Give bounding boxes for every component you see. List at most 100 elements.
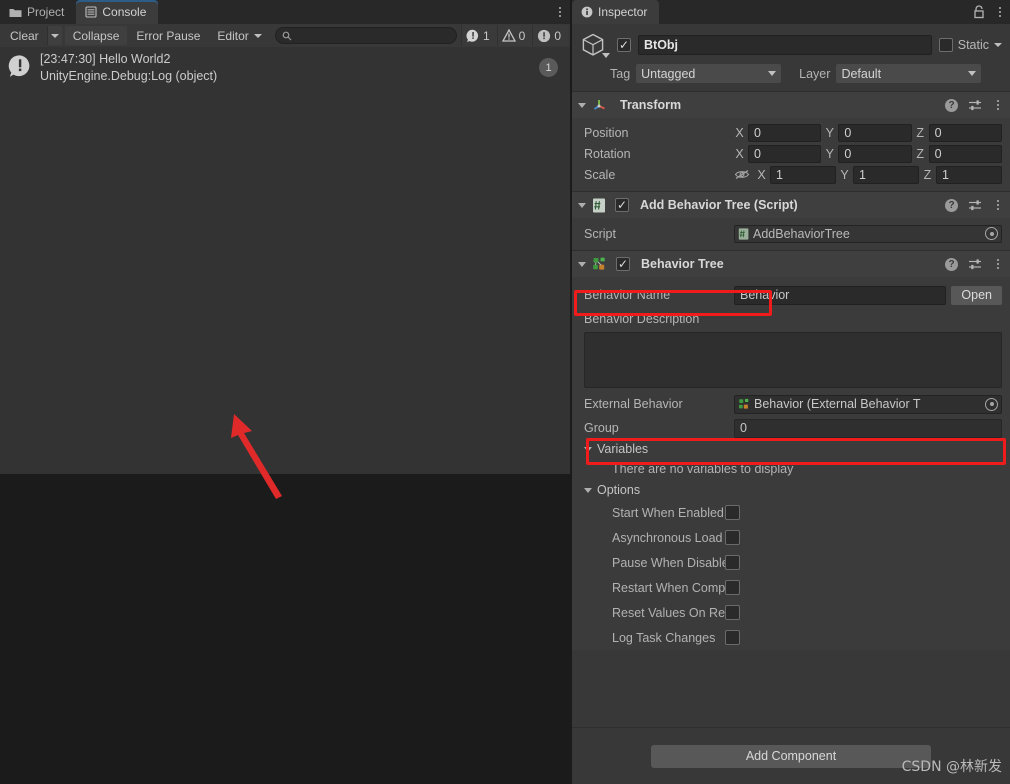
chevron-down-icon[interactable] <box>994 43 1002 47</box>
behavior-tree-icon <box>738 398 751 411</box>
option-checkbox[interactable] <box>725 605 740 620</box>
editor-dropdown-button[interactable]: Editor <box>209 26 269 45</box>
collapse-button[interactable]: Collapse <box>64 26 128 45</box>
clear-dropdown-button[interactable] <box>46 26 62 45</box>
variables-section-header[interactable]: Variables <box>572 439 1010 459</box>
constrain-proportions-off-icon[interactable] <box>734 168 750 181</box>
console-log-entry[interactable]: [23:47:30] Hello World2 UnityEngine.Debu… <box>0 47 570 89</box>
component-menu-icon[interactable] <box>992 257 1004 271</box>
behavior-description-textarea[interactable] <box>584 332 1002 388</box>
collapse-twisty-icon[interactable] <box>578 102 586 108</box>
behavior-tree-tools: ? <box>945 257 1004 271</box>
open-behavior-designer-button[interactable]: Open <box>951 285 1002 305</box>
transform-component-header[interactable]: Transform ? <box>572 92 1010 118</box>
help-icon[interactable]: ? <box>945 198 958 212</box>
collapse-twisty-icon[interactable] <box>584 446 592 452</box>
console-search-box[interactable] <box>274 27 457 44</box>
option-checkbox[interactable] <box>725 530 740 545</box>
collapse-twisty-icon[interactable] <box>584 487 592 493</box>
position-x-input[interactable]: 0 <box>748 123 822 142</box>
position-z-input[interactable]: 0 <box>928 123 1002 142</box>
search-icon <box>282 31 292 41</box>
option-checkbox[interactable] <box>725 505 740 520</box>
component-enabled-checkbox[interactable]: ✓ <box>616 257 630 271</box>
group-row: Group 0 <box>572 417 1010 439</box>
component-enabled-checkbox[interactable]: ✓ <box>615 198 629 212</box>
log-icon <box>466 29 480 43</box>
tab-project[interactable]: Project <box>0 0 76 24</box>
static-checkbox[interactable] <box>938 38 953 52</box>
check-icon: ✓ <box>618 38 630 52</box>
add-component-button[interactable]: Add Component <box>651 744 931 768</box>
tab-console-label: Console <box>102 5 147 19</box>
preset-icon[interactable] <box>968 199 982 212</box>
position-y-input[interactable]: 0 <box>838 123 912 142</box>
rotation-y-input[interactable]: 0 <box>838 144 912 163</box>
variables-empty-text: There are no variables to display <box>612 462 794 476</box>
tab-console[interactable]: Console <box>76 0 159 24</box>
inspector-tabbar: Inspector <box>572 0 1010 24</box>
clear-button-group[interactable]: Clear <box>2 26 62 45</box>
chevron-down-icon[interactable] <box>602 53 610 58</box>
layer-label: Layer <box>799 66 831 81</box>
editor-dropdown-label: Editor <box>217 28 249 43</box>
behavior-tree-component: ✓ Behavior Tree ? Behavior Name Behavior… <box>572 250 1010 650</box>
clear-button[interactable]: Clear <box>2 26 47 45</box>
collapse-twisty-icon[interactable] <box>578 202 586 208</box>
external-behavior-row: External Behavior Behavior (External Beh… <box>572 391 1010 417</box>
gameobject-name-field[interactable]: BtObj <box>638 35 932 55</box>
script-row: Script AddBehaviorTree <box>572 223 1010 244</box>
option-label: Log Task Changes <box>612 630 716 645</box>
scale-z-input[interactable]: 1 <box>936 165 1002 184</box>
tag-value: Untagged <box>641 66 696 81</box>
axis-z-label: Z <box>916 125 924 140</box>
transform-rotation-row: Rotation X 0 Y 0 Z 0 <box>572 143 1010 164</box>
console-icon <box>85 6 97 18</box>
external-behavior-object-field[interactable]: Behavior (External Behavior T <box>734 394 1002 414</box>
log-counter[interactable]: 1 <box>460 25 497 46</box>
add-behavior-tree-header[interactable]: ✓ Add Behavior Tree (Script) ? <box>572 192 1010 218</box>
option-checkbox[interactable] <box>725 555 740 570</box>
options-section-header[interactable]: Options <box>572 480 1010 500</box>
component-menu-icon[interactable] <box>992 98 1004 112</box>
behavior-tree-header[interactable]: ✓ Behavior Tree ? <box>572 251 1010 277</box>
error-pause-button[interactable]: Error Pause <box>128 26 208 45</box>
object-picker-icon[interactable] <box>985 227 998 240</box>
rotation-x-input[interactable]: 0 <box>748 144 822 163</box>
rotation-z-input[interactable]: 0 <box>928 144 1002 163</box>
group-value: 0 <box>740 421 747 435</box>
help-icon[interactable]: ? <box>945 257 958 271</box>
gameobject-enabled-checkbox[interactable]: ✓ <box>617 38 631 52</box>
folder-icon <box>9 7 22 18</box>
inspector-menu-icon[interactable] <box>994 5 1006 19</box>
scale-y-input[interactable]: 1 <box>853 165 919 184</box>
group-input[interactable]: 0 <box>734 418 1002 438</box>
preset-icon[interactable] <box>968 99 982 112</box>
component-menu-icon[interactable] <box>992 198 1004 212</box>
help-icon[interactable]: ? <box>945 98 958 112</box>
console-log-line2: UnityEngine.Debug:Log (object) <box>40 69 218 83</box>
console-search-input[interactable] <box>295 29 450 42</box>
tag-dropdown[interactable]: Untagged <box>636 64 782 83</box>
console-menu-icon[interactable] <box>554 5 566 19</box>
scale-x-input[interactable]: 1 <box>770 165 836 184</box>
option-log-task-changes: Log Task Changes <box>572 625 1010 650</box>
console-log-line1: [23:47:30] Hello World2 <box>40 52 171 66</box>
option-checkbox[interactable] <box>725 630 740 645</box>
chevron-down-icon <box>253 33 262 38</box>
script-object-field[interactable]: AddBehaviorTree <box>734 224 1002 243</box>
lock-icon[interactable] <box>973 5 985 19</box>
add-behavior-tree-tools: ? <box>945 198 1004 212</box>
preset-icon[interactable] <box>968 258 982 271</box>
collapse-twisty-icon[interactable] <box>578 261 586 267</box>
behavior-name-input[interactable]: Behavior <box>734 285 947 305</box>
object-picker-icon[interactable] <box>985 397 998 411</box>
tab-inspector[interactable]: Inspector <box>572 0 660 24</box>
error-counter[interactable]: 0 <box>532 25 568 46</box>
warning-count-label: 0 <box>518 28 526 43</box>
gameobject-icon[interactable] <box>580 30 610 60</box>
option-checkbox[interactable] <box>725 580 740 595</box>
layer-dropdown[interactable]: Default <box>836 64 982 83</box>
static-toggle-group[interactable]: Static <box>938 38 1002 52</box>
warning-counter[interactable]: 0 <box>496 25 533 46</box>
